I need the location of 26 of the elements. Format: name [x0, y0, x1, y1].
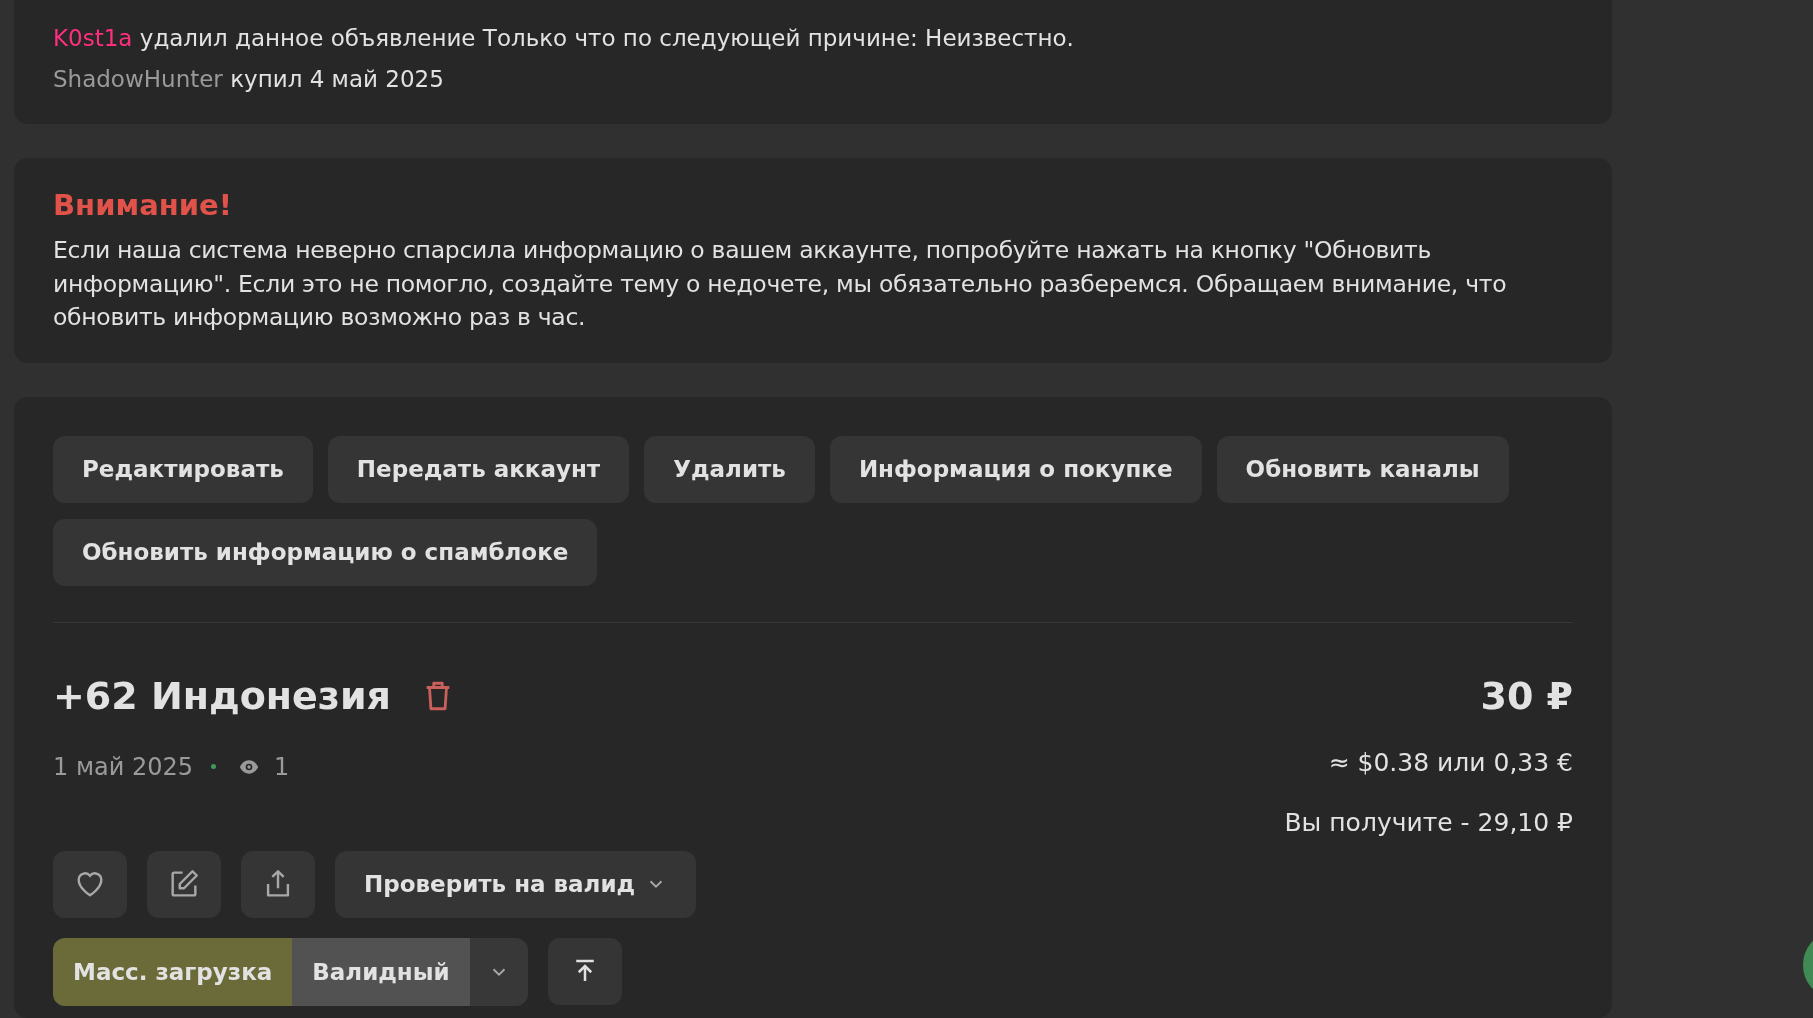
scroll-top-button[interactable]: [547, 937, 622, 1005]
history-text: купил 4 май 2025: [229, 66, 444, 92]
check-valid-button[interactable]: Проверить на валид: [335, 850, 697, 918]
action-button[interactable]: Передать аккаунт: [327, 435, 630, 503]
segment-option[interactable]: Валидный: [292, 937, 470, 1006]
share-button[interactable]: [241, 850, 315, 918]
history-text: удалил данное объявление Только что по следующей причине: Неизвестно.: [138, 25, 1074, 51]
action-button[interactable]: Удалить: [644, 435, 815, 503]
converted-price: ≈ $0.38 или 0,33 €: [1328, 746, 1573, 779]
action-button[interactable]: Обновить информацию о спамблоке: [53, 518, 598, 586]
item-title: +62 Индонезия: [53, 673, 391, 718]
segment-option[interactable]: Масс. загрузка: [53, 937, 293, 1006]
notice-text: Если наша система неверно спарсила информацию о вашем аккаунте, попробуйте нажать на кнопку "Обновить информацию". Если это не помогло, создайте тему о недочете, мы обязательно разберемся. Обращаем внимание, что обновить информацию возможно раз в час.: [53, 235, 1508, 333]
price: 30 ₽: [1480, 672, 1573, 720]
action-button[interactable]: Редактировать: [53, 435, 313, 503]
user-link[interactable]: ShadowHunter: [53, 66, 223, 92]
favorite-button[interactable]: [53, 850, 127, 918]
action-button[interactable]: Информация о покупке: [829, 435, 1202, 503]
user-link[interactable]: K0st1a: [53, 25, 133, 51]
item-date: 1 май 2025: [53, 752, 193, 781]
action-button[interactable]: Обновить каналы: [1216, 435, 1509, 503]
payout-text: Вы получите - 29,10 ₽: [1284, 806, 1573, 839]
separator-dot: [211, 764, 216, 769]
view-count: 1: [274, 752, 290, 781]
edit-button[interactable]: [147, 850, 221, 918]
notice-title: Внимание!: [53, 188, 233, 222]
